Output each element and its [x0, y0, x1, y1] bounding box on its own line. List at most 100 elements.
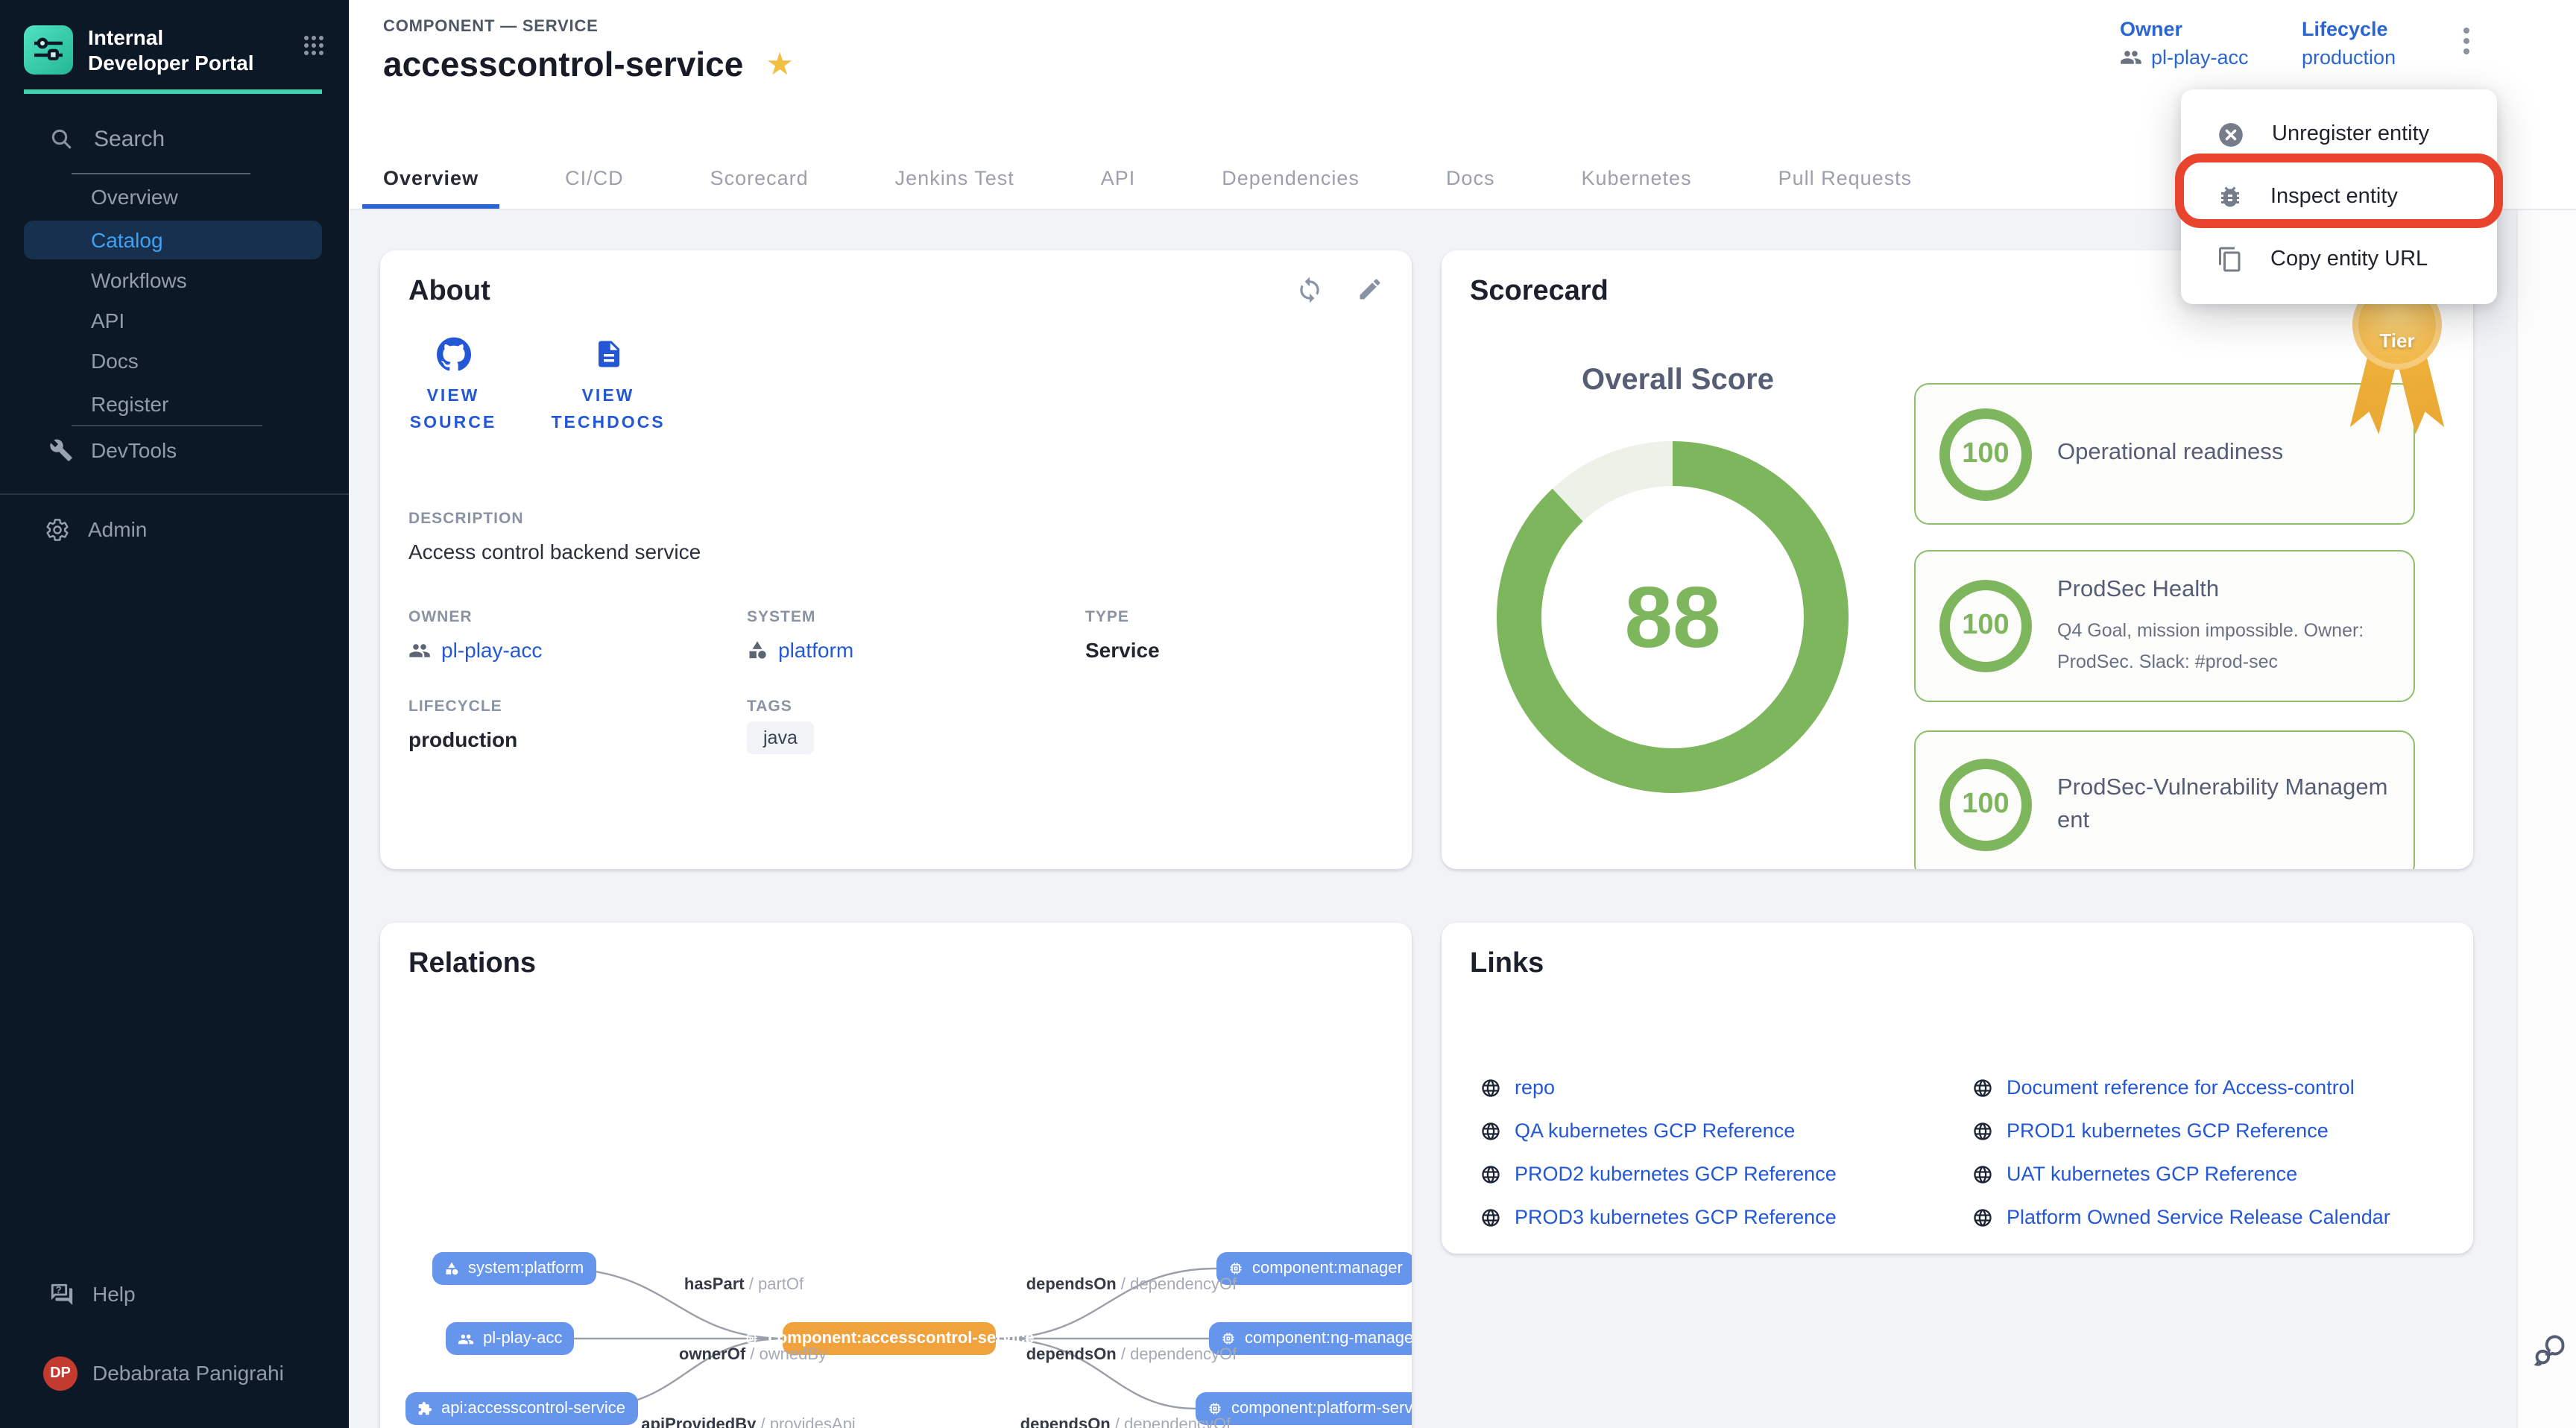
sidebar-search[interactable]: Search [51, 127, 165, 152]
links-title: Links [1470, 948, 1544, 979]
owner-label: Owner [2120, 18, 2249, 40]
sidebar-item-help[interactable]: ? Help [0, 1274, 349, 1313]
link-prod3-kubernetes[interactable]: PROD3 kubernetes GCP Reference [1480, 1195, 1837, 1239]
sidebar-divider [72, 425, 262, 426]
lifecycle-label: Lifecycle [2302, 18, 2396, 40]
refresh-icon[interactable] [1295, 276, 1324, 304]
lifecycle-value: production [2302, 46, 2396, 69]
menu-item-copy-entity-url[interactable]: Copy entity URL [2181, 228, 2497, 291]
system-icon [747, 639, 768, 660]
graph-node-pl-play-acc[interactable]: pl-play-acc [446, 1322, 574, 1355]
tab-docs[interactable]: Docs [1425, 149, 1516, 209]
system-entity-link[interactable]: platform [747, 638, 1085, 662]
owner-entity-link[interactable]: pl-play-acc [408, 638, 747, 662]
field-lifecycle: LIFECYCLE production [408, 698, 747, 754]
edit-pencil-icon[interactable] [1357, 276, 1383, 303]
graph-node-system-platform[interactable]: system:platform [432, 1252, 596, 1285]
sidebar-item-admin[interactable]: Admin [0, 510, 349, 549]
portal-logo[interactable] [24, 25, 73, 75]
globe-icon [1480, 1077, 1501, 1098]
link-release-calendar[interactable]: Platform Owned Service Release Calendar [1972, 1195, 2390, 1239]
scorecard-card: Scorecard Tier Overall Score 88 100 Oper… [1442, 250, 2473, 869]
circle-x-icon [2217, 120, 2245, 148]
sidebar-item-docs[interactable]: Docs [0, 341, 349, 382]
sidebar-item-workflows[interactable]: Workflows [0, 261, 349, 301]
graph-node-component-manager[interactable]: component:manager [1216, 1252, 1412, 1285]
about-title: About [408, 276, 490, 309]
chip-icon [1228, 1261, 1243, 1276]
tab-overview[interactable]: Overview [362, 149, 499, 209]
tag-chip[interactable]: java [747, 721, 814, 754]
sidebar-divider [0, 493, 349, 495]
link-uat-kubernetes[interactable]: UAT kubernetes GCP Reference [1972, 1152, 2390, 1195]
edge-label: dependsOn / dependencyOf [1020, 1416, 1231, 1428]
view-source-link[interactable]: VIEW SOURCE [395, 337, 511, 437]
system-icon [444, 1261, 459, 1276]
graph-node-api-accesscontrol-service[interactable]: api:accesscontrol-service [405, 1392, 637, 1425]
group-icon [2120, 46, 2142, 69]
entity-tabs: Overview CI/CD Scorecard Jenkins Test AP… [362, 149, 1933, 209]
tab-scorecard[interactable]: Scorecard [689, 149, 830, 209]
chip-icon [745, 1331, 760, 1346]
globe-icon [1480, 1120, 1501, 1141]
scorecard-title: Scorecard [1470, 276, 1609, 307]
graph-node-component-ng-manager[interactable]: component:ng-manager [1209, 1322, 1412, 1355]
view-techdocs-label: VIEW TECHDOCS [550, 385, 666, 437]
page-title: accesscontrol-service [383, 45, 743, 85]
link-prod1-kubernetes[interactable]: PROD1 kubernetes GCP Reference [1972, 1109, 2390, 1152]
lifecycle-meta: Lifecycle production [2302, 18, 2396, 69]
link-qa-kubernetes[interactable]: QA kubernetes GCP Reference [1480, 1109, 1837, 1152]
score-ring: 100 [1939, 759, 2032, 851]
sidebar-item-catalog[interactable]: Catalog [0, 221, 349, 261]
link-document-reference[interactable]: Document reference for Access-control [1972, 1066, 2390, 1109]
globe-icon [1480, 1163, 1501, 1184]
view-source-label: VIEW SOURCE [395, 385, 511, 437]
copy-icon [2217, 246, 2244, 273]
sidebar-item-label: Help [92, 1282, 136, 1306]
search-icon [51, 128, 73, 151]
help-chat-icon: ? [49, 1281, 75, 1307]
globe-icon [1972, 1207, 1993, 1228]
tab-jenkins-test[interactable]: Jenkins Test [874, 149, 1035, 209]
menu-item-label: Inspect entity [2270, 185, 2398, 209]
tab-kubernetes[interactable]: Kubernetes [1560, 149, 1712, 209]
menu-item-unregister-entity[interactable]: Unregister entity [2181, 103, 2497, 165]
feedback-chat-icon[interactable] [2530, 1331, 2569, 1370]
tier-badge-label: Tier [2379, 329, 2414, 352]
chip-icon [1221, 1331, 1236, 1346]
tab-cicd[interactable]: CI/CD [544, 149, 645, 209]
sidebar-item-devtools[interactable]: DevTools [0, 431, 349, 470]
owner-link[interactable]: pl-play-acc [2120, 46, 2249, 69]
scorecard-item[interactable]: 100 ProdSec Health Q4 Goal, mission impo… [1914, 550, 2415, 702]
link-repo[interactable]: repo [1480, 1066, 1837, 1109]
tab-pull-requests[interactable]: Pull Requests [1758, 149, 1933, 209]
kebab-menu-icon[interactable] [2457, 21, 2476, 61]
view-techdocs-link[interactable]: VIEW TECHDOCS [550, 337, 666, 437]
entity-context-menu: Unregister entity Inspect entity Copy en… [2181, 89, 2497, 304]
globe-icon [1972, 1163, 1993, 1184]
favorite-star-icon[interactable]: ★ [765, 49, 794, 80]
sidebar-item-api[interactable]: API [0, 301, 349, 341]
sidebar-item-register[interactable]: Register [0, 385, 349, 425]
sidebar-user[interactable]: DP Debabrata Panigrahi [0, 1353, 349, 1392]
avatar: DP [43, 1356, 78, 1390]
sidebar-item-overview[interactable]: Overview [0, 177, 349, 218]
scorecard-item[interactable]: 100 ProdSec-Vulnerability Management [1914, 730, 2415, 869]
score-title: Operational readiness [2057, 437, 2283, 471]
score-ring: 100 [1939, 580, 2032, 672]
field-system: SYSTEM platform [747, 608, 1085, 662]
score-ring: 100 [1939, 408, 2032, 500]
globe-icon [1972, 1120, 1993, 1141]
owner-meta: Owner pl-play-acc [2120, 18, 2249, 69]
link-prod2-kubernetes[interactable]: PROD2 kubernetes GCP Reference [1480, 1152, 1837, 1195]
apps-grid-icon[interactable] [303, 34, 325, 57]
scorecard-item[interactable]: 100 Operational readiness [1914, 383, 2415, 525]
techdocs-icon [593, 337, 624, 371]
tab-api[interactable]: API [1080, 149, 1157, 209]
field-tags: TAGS java [747, 698, 1085, 754]
links-card: Links repo QA kubernetes GCP Reference P… [1442, 923, 2473, 1254]
tab-dependencies[interactable]: Dependencies [1201, 149, 1380, 209]
about-card: About VIEW SOURCE VIEW TECHDOCS DESCRIPT… [380, 250, 1412, 869]
gear-icon [45, 516, 70, 542]
menu-item-inspect-entity[interactable]: Inspect entity [2181, 165, 2497, 228]
